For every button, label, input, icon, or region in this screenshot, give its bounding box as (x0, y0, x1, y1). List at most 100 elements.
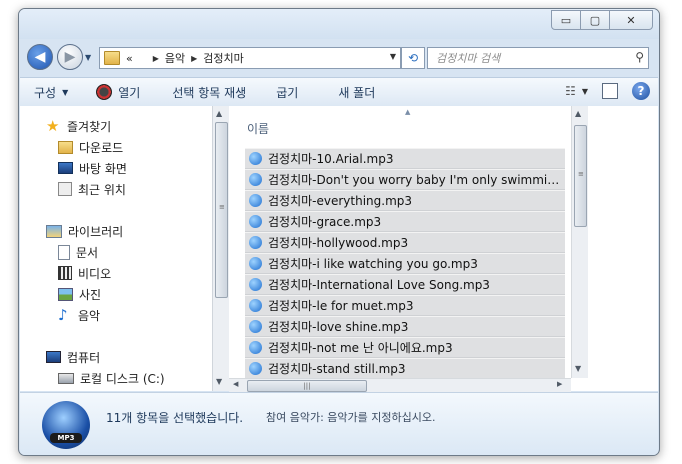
nav-documents-label: 문서 (76, 245, 99, 260)
documents-icon (58, 244, 70, 260)
new-folder-button[interactable]: 새 폴더 (338, 84, 375, 101)
file-row[interactable]: 검정치마-grace.mp3 (245, 211, 565, 232)
nav-pictures[interactable]: 사진 (58, 284, 101, 304)
scrollbar-thumb[interactable]: ||| (247, 380, 367, 392)
scroll-right-icon[interactable]: ▶ (557, 380, 562, 388)
file-name: 검정치마-stand still.mp3 (268, 362, 406, 376)
forward-arrow-icon: ▶ (64, 49, 76, 65)
nav-libraries[interactable]: 라이브러리 (46, 221, 123, 241)
scroll-left-icon[interactable]: ◀ (233, 380, 238, 388)
nav-recent[interactable]: 최근 위치 (58, 179, 126, 199)
scroll-up-icon[interactable]: ▲ (216, 109, 222, 118)
open-button[interactable]: 열기 (96, 84, 140, 101)
nav-music[interactable]: ♪ 음악 (58, 305, 100, 325)
recent-pages-dropdown[interactable]: ▼ (85, 53, 91, 62)
file-row[interactable]: 검정치마-hollywood.mp3 (245, 232, 565, 253)
file-row[interactable]: 검정치마-International Love Song.mp3 (245, 274, 565, 295)
computer-icon (46, 351, 61, 363)
nav-videos[interactable]: 비디오 (58, 263, 111, 283)
back-button[interactable]: ◀ (27, 44, 53, 70)
grip-icon: ≡ (219, 203, 225, 211)
file-row[interactable]: 검정치마-10.Arial.mp3 (245, 148, 565, 169)
nav-libraries-label: 라이브러리 (68, 224, 124, 239)
refresh-button[interactable]: ⟲ (401, 47, 425, 69)
maximize-button[interactable]: ▢ (580, 10, 610, 30)
file-row[interactable]: 검정치마-stand still.mp3 (245, 358, 565, 379)
nav-favorites[interactable]: ★ 즐겨찾기 (46, 116, 111, 136)
scroll-down-icon[interactable]: ▼ (216, 377, 222, 386)
breadcrumb-music[interactable]: 음악 (165, 50, 185, 66)
minimize-icon: ▭ (560, 13, 572, 27)
burn-button[interactable]: 굽기 (276, 84, 298, 101)
view-options-icon[interactable]: ☷ (565, 84, 576, 98)
breadcrumb-chevron-icon[interactable]: ▶ (191, 54, 197, 63)
file-name: 검정치마-everything.mp3 (268, 194, 413, 208)
file-row[interactable]: 검정치마-love shine.mp3 (245, 316, 565, 337)
close-button[interactable]: ✕ (609, 10, 653, 30)
address-dropdown-icon[interactable]: ▼ (390, 52, 396, 61)
file-row[interactable]: 검정치마-everything.mp3 (245, 190, 565, 211)
organize-button[interactable]: 구성 ▼ (34, 84, 68, 101)
breadcrumb-current-folder[interactable]: 검정치마 (203, 50, 243, 66)
mp3-file-icon (249, 299, 262, 312)
file-name: 검정치마-not me 난 아니에요.mp3 (268, 341, 453, 355)
organize-label: 구성 (34, 85, 57, 100)
grip-icon: ||| (303, 382, 311, 390)
back-arrow-icon: ◀ (34, 49, 46, 65)
nav-desktop[interactable]: 바탕 화면 (58, 158, 127, 178)
explorer-window: ▭ ▢ ✕ ◀ ▶ ▼ « ▶ 음악 ▶ 검정치마 ▼ ⟲ 검정치마 검색 ⚲ … (18, 8, 660, 456)
search-icon[interactable]: ⚲ (635, 50, 644, 64)
file-name: 검정치마-grace.mp3 (268, 215, 382, 229)
contributing-artist-field[interactable]: 참여 음악가: 음악가를 지정하십시오. (266, 409, 436, 425)
file-row[interactable]: 검정치마-le for muet.mp3 (245, 295, 565, 316)
nav-downloads[interactable]: 다운로드 (58, 137, 123, 157)
file-list-vertical-scrollbar[interactable]: ▲ ≡ ▼ (571, 106, 588, 378)
nav-desktop-label: 바탕 화면 (79, 161, 127, 176)
scrollbar-thumb[interactable]: ≡ (215, 122, 228, 298)
scroll-down-icon[interactable]: ▼ (575, 364, 581, 373)
nav-local-disk[interactable]: 로컬 디스크 (C:) (58, 368, 165, 388)
star-icon: ★ (46, 117, 60, 135)
new-folder-label: 새 폴더 (338, 85, 376, 100)
breadcrumb-chevron-icon[interactable]: ▶ (153, 54, 159, 63)
breadcrumb-overflow[interactable]: « (126, 52, 133, 65)
nav-favorites-label: 즐겨찾기 (67, 119, 112, 134)
chevron-down-icon[interactable]: ▼ (582, 87, 588, 96)
close-icon: ✕ (626, 13, 636, 27)
nav-documents[interactable]: 문서 (58, 242, 98, 262)
help-icon[interactable]: ? (632, 82, 650, 100)
column-header-name[interactable]: 이름 (247, 120, 269, 137)
media-player-icon (96, 84, 113, 100)
search-placeholder: 검정치마 검색 (436, 52, 501, 65)
scrollbar-thumb[interactable]: ≡ (574, 125, 587, 227)
file-name: 검정치마-International Love Song.mp3 (268, 278, 490, 292)
refresh-icon: ⟲ (407, 51, 419, 65)
file-name: 검정치마-Don't you worry baby I'm only swimm… (268, 173, 565, 187)
folder-icon (104, 51, 120, 65)
selection-count: 11개 항목을 선택했습니다. (106, 411, 244, 425)
navigation-bar: ◀ ▶ ▼ « ▶ 음악 ▶ 검정치마 ▼ ⟲ 검정치마 검색 ⚲ (19, 39, 659, 75)
nav-music-label: 음악 (78, 308, 101, 323)
file-name: 검정치마-i like watching you go.mp3 (268, 257, 478, 271)
minimize-button[interactable]: ▭ (551, 10, 581, 30)
file-row[interactable]: 검정치마-Don't you worry baby I'm only swimm… (245, 169, 565, 190)
preview-pane-icon[interactable] (602, 83, 618, 99)
file-name: 검정치마-love shine.mp3 (268, 320, 409, 334)
chevron-down-icon: ▼ (62, 87, 69, 97)
navigation-pane-scrollbar[interactable]: ▲ ≡ ▼ (212, 106, 229, 391)
recent-places-icon (58, 182, 72, 196)
file-row[interactable]: 검정치마-i like watching you go.mp3 (245, 253, 565, 274)
play-selected-button[interactable]: 선택 항목 재생 (172, 84, 246, 101)
file-row[interactable]: 검정치마-not me 난 아니에요.mp3 (245, 337, 565, 358)
title-bar: ▭ ▢ ✕ (19, 9, 659, 39)
desktop-icon (58, 162, 73, 174)
nav-computer[interactable]: 컴퓨터 (46, 347, 100, 367)
address-bar[interactable]: « ▶ 음악 ▶ 검정치마 ▼ (99, 47, 401, 69)
file-list-horizontal-scrollbar[interactable]: ◀ ||| ▶ (229, 378, 571, 392)
forward-button[interactable]: ▶ (57, 44, 83, 70)
file-name: 검정치마-le for muet.mp3 (268, 299, 414, 313)
file-name: 검정치마-10.Arial.mp3 (268, 152, 394, 166)
mp3-file-icon (249, 215, 262, 228)
scroll-up-icon[interactable]: ▲ (575, 109, 581, 118)
search-box[interactable]: 검정치마 검색 ⚲ (427, 47, 649, 69)
